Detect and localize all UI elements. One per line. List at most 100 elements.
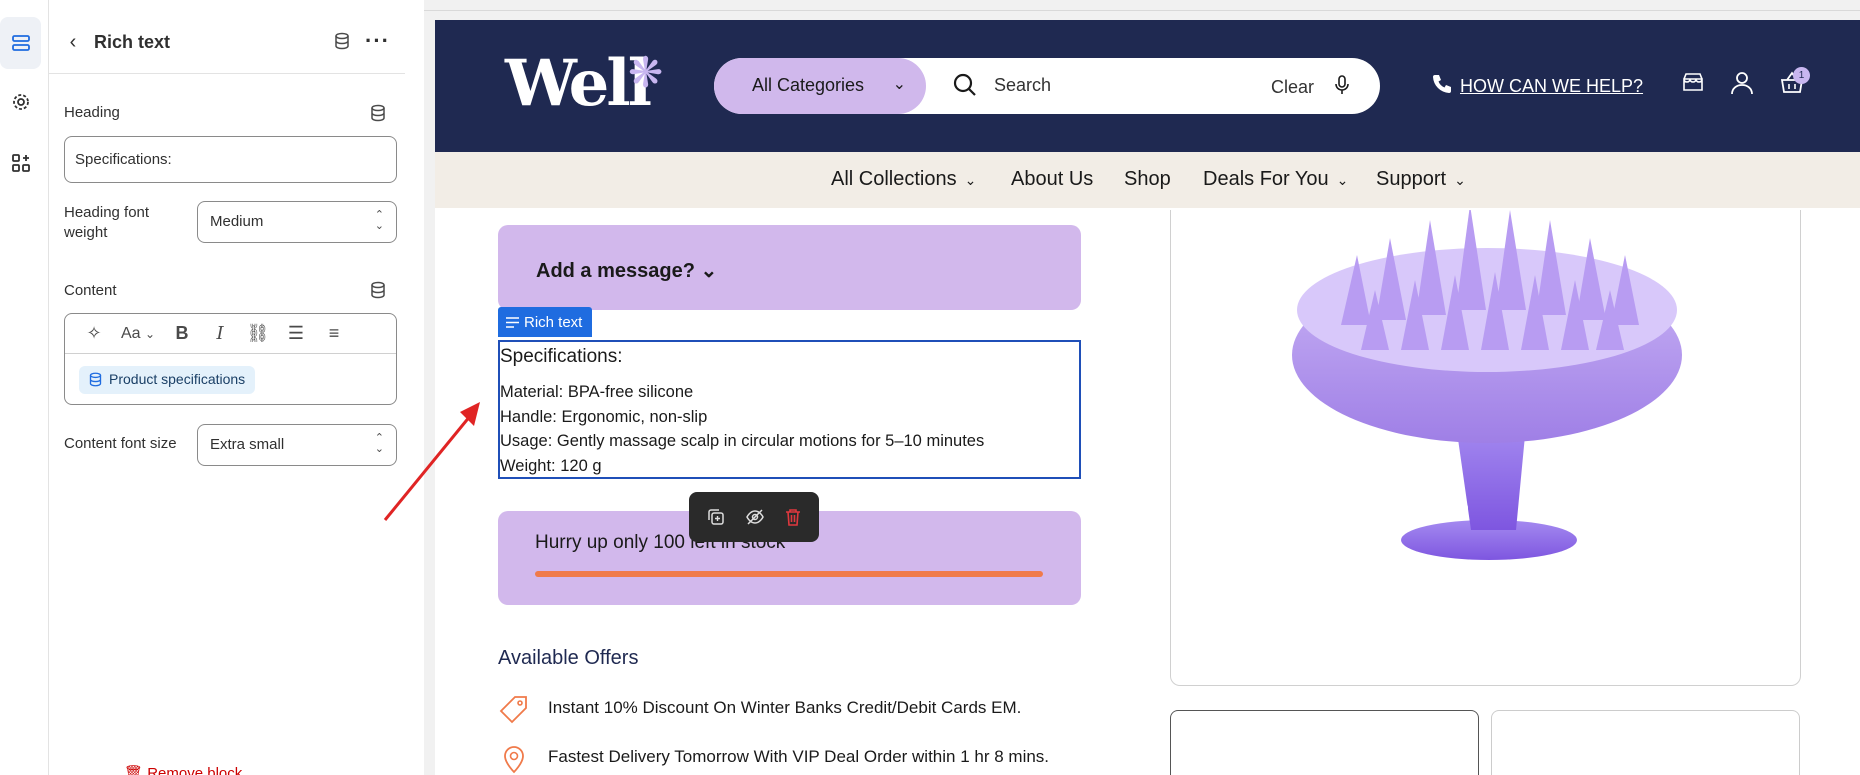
tag-icon xyxy=(499,696,527,724)
category-label: All Categories xyxy=(752,75,865,95)
heading-font-weight-value: Medium xyxy=(210,213,264,230)
nav-label: Shop xyxy=(1124,168,1171,190)
main-navigation: All Collections ⌄ About Us Shop Deals For… xyxy=(435,152,1860,208)
numbered-list-icon[interactable]: ≡ xyxy=(315,319,353,349)
dynamic-source-chip[interactable]: Product specifications xyxy=(79,366,256,394)
heading-font-weight-label: Heading font weight xyxy=(64,204,150,241)
nav-label: Deals For You xyxy=(1203,168,1329,190)
preview-top-divider xyxy=(424,10,1860,11)
offer-text: Fastest Delivery Tomorrow With VIP Deal … xyxy=(548,747,1050,766)
remove-block-label: Remove block xyxy=(147,765,243,775)
heading-label: Heading xyxy=(64,104,120,121)
stock-progress-bar xyxy=(535,571,1043,577)
content-label: Content xyxy=(64,282,117,299)
add-message-toggle[interactable]: Add a message? ⌄ xyxy=(498,225,1081,310)
heading-input[interactable]: Specifications: xyxy=(64,136,397,183)
font-size-icon: Aa xyxy=(120,324,141,342)
content-font-size-label: Content font size xyxy=(64,435,177,452)
chevron-down-icon: ⌄ xyxy=(700,260,718,282)
block-settings-panel: ‹ Rich text ··· Heading Specifications: … xyxy=(49,0,468,775)
nav-support[interactable]: Support ⌄ xyxy=(1376,168,1466,191)
flower-logo-icon: ❋ xyxy=(628,49,664,96)
sections-button[interactable] xyxy=(0,17,41,69)
spec-line: Handle: Ergonomic, non-slip xyxy=(500,407,708,426)
content-font-size-value: Extra small xyxy=(210,436,285,453)
duplicate-icon[interactable] xyxy=(707,508,725,526)
theme-preview: Well ❋ All Categories ⌄ Search Clear HOW… xyxy=(424,0,1860,775)
storefront: Well ❋ All Categories ⌄ Search Clear HOW… xyxy=(435,20,1860,775)
text-align-icon xyxy=(506,317,519,328)
account-icon[interactable] xyxy=(1729,70,1755,96)
hide-eye-icon[interactable] xyxy=(745,508,765,526)
dynamic-source-icon[interactable] xyxy=(333,32,351,50)
apps-button[interactable] xyxy=(0,137,41,189)
product-thumbnail[interactable] xyxy=(1491,710,1800,775)
content-rich-text-editor[interactable]: ✧ Aa ⌄ B I ⛓ ☰ ≡ Product specifications xyxy=(64,313,397,405)
location-pin-icon xyxy=(504,746,524,774)
apps-icon xyxy=(11,154,30,172)
theme-settings-button[interactable] xyxy=(0,76,41,128)
settings-gear-icon xyxy=(12,94,29,110)
rich-text-block[interactable]: Specifications: Material: BPA-free silic… xyxy=(498,340,1081,479)
content-dynamic-source-icon[interactable] xyxy=(369,281,387,299)
chevron-left-icon: ‹ xyxy=(69,30,77,53)
spec-line: Usage: Gently massage scalp in circular … xyxy=(500,432,985,450)
content-font-size-select[interactable]: Extra small ⌃ ⌄ xyxy=(197,424,397,466)
back-button[interactable]: ‹ xyxy=(61,30,85,54)
sections-icon xyxy=(11,35,30,51)
chip-database-icon xyxy=(89,372,102,387)
product-main-image[interactable] xyxy=(1170,205,1801,686)
select-chevron-icon: ⌃ ⌄ xyxy=(374,209,384,232)
store-icon[interactable] xyxy=(1681,70,1705,94)
nav-label: All Collections xyxy=(831,168,957,190)
chevron-down-icon: ⌄ xyxy=(1454,172,1466,188)
search-clear-button[interactable]: Clear xyxy=(1271,77,1314,98)
chevron-down-icon: ⌄ xyxy=(964,172,977,188)
trash-icon: 🗑 xyxy=(124,765,144,775)
available-offers-heading: Available Offers xyxy=(498,647,639,669)
link-icon[interactable]: ⛓ xyxy=(239,319,277,349)
bulleted-list-icon[interactable]: ☰ xyxy=(277,319,315,349)
spec-line: Material: BPA-free silicone xyxy=(500,383,694,401)
chevron-down-icon: ⌄ xyxy=(892,76,906,93)
heading-dynamic-source-icon[interactable] xyxy=(369,104,387,122)
microphone-icon[interactable] xyxy=(1334,74,1350,96)
italic-icon[interactable]: I xyxy=(201,319,239,349)
search-bar: All Categories ⌄ Search Clear xyxy=(714,58,1380,114)
nav-label: About Us xyxy=(1011,168,1094,190)
bold-icon[interactable]: B xyxy=(163,319,201,349)
category-select[interactable]: All Categories ⌄ xyxy=(714,58,926,114)
more-options-icon[interactable]: ··· xyxy=(365,28,390,54)
editor-left-rail xyxy=(0,0,49,775)
spec-line: Weight: 120 g xyxy=(500,456,602,475)
nav-all-collections[interactable]: All Collections ⌄ xyxy=(831,168,976,191)
nav-shop[interactable]: Shop xyxy=(1124,168,1171,191)
heading-font-weight-select[interactable]: Medium ⌃ ⌄ xyxy=(197,201,397,243)
remove-block-button[interactable]: 🗑 Remove block xyxy=(124,764,242,775)
chevron-down-icon: ⌄ xyxy=(1336,172,1349,188)
text-style-dropdown[interactable]: Aa ⌄ xyxy=(113,319,163,349)
scalp-massager-image xyxy=(1292,205,1682,560)
search-input[interactable]: Search xyxy=(994,75,1051,96)
offer-text: Instant 10% Discount On Winter Banks Cre… xyxy=(548,698,1022,717)
rte-toolbar: ✧ Aa ⌄ B I ⛓ ☰ ≡ xyxy=(65,314,396,354)
nav-about-us[interactable]: About Us xyxy=(1011,168,1093,191)
chip-label: Product specifications xyxy=(109,371,246,387)
annotation-arrow xyxy=(383,402,480,521)
help-link[interactable]: HOW CAN WE HELP? xyxy=(1460,76,1643,97)
panel-title: Rich text xyxy=(94,32,171,52)
search-icon[interactable] xyxy=(952,72,978,98)
selected-block-label: Rich text xyxy=(524,314,583,331)
selected-block-tag[interactable]: Rich text xyxy=(498,307,593,337)
nav-deals-for-you[interactable]: Deals For You ⌄ xyxy=(1203,168,1348,191)
phone-icon xyxy=(1433,75,1451,93)
delete-trash-icon[interactable] xyxy=(785,508,801,526)
magic-sparkle-icon[interactable]: ✧ xyxy=(75,319,113,349)
rich-text-heading: Specifications: xyxy=(500,346,623,367)
product-thumbnail[interactable] xyxy=(1170,710,1479,775)
add-message-label: Add a message? xyxy=(536,260,695,282)
chevron-down-icon: ⌄ xyxy=(144,326,156,341)
block-floating-toolbar xyxy=(689,492,819,542)
cart-count-badge: 1 xyxy=(1793,67,1810,84)
nav-label: Support xyxy=(1376,168,1447,190)
